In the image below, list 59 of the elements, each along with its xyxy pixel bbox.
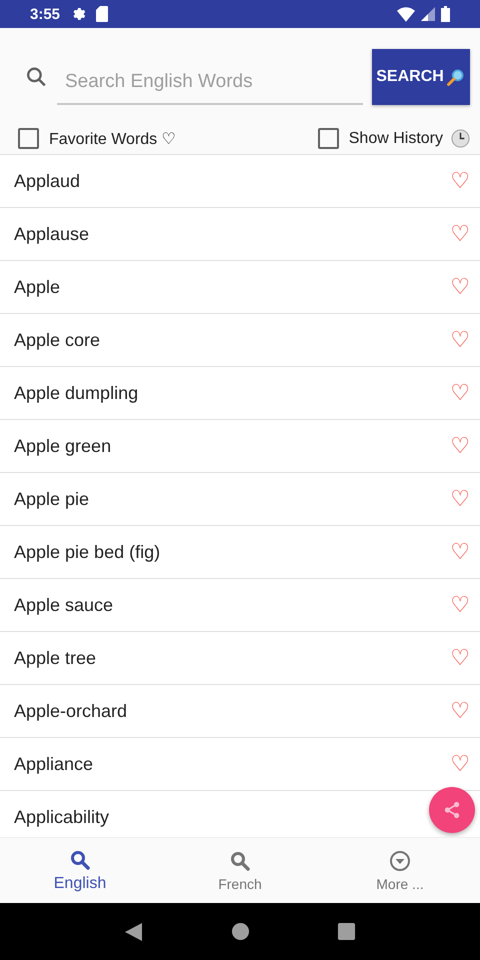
word-item[interactable]: Applaud ♡	[0, 155, 480, 208]
favorite-heart[interactable]: ♡	[450, 380, 470, 406]
word-text: Applaud	[14, 170, 80, 192]
word-item[interactable]: Apple core ♡	[0, 314, 480, 367]
favorite-heart[interactable]: ♡	[450, 646, 470, 670]
favorite-heart[interactable]: ♡	[450, 592, 470, 618]
nav-tab[interactable]: French	[160, 838, 320, 903]
word-item[interactable]: Apple pie ♡	[0, 473, 480, 526]
magnifier-icon	[446, 67, 466, 87]
word-item[interactable]: Apple dumpling ♡	[0, 367, 480, 420]
word-text: Apple pie	[14, 488, 90, 510]
word-item[interactable]: Apple-orchard ♡	[0, 685, 480, 738]
word-text: Appliance	[14, 754, 94, 774]
nav-tab[interactable]: English	[0, 838, 160, 903]
search-button[interactable]: SEARCH	[372, 49, 470, 105]
favorite-heart[interactable]: ♡	[450, 540, 470, 564]
favorite-heart[interactable]: ♡	[450, 698, 470, 724]
word-text: Apple pie bed (fig)	[14, 542, 160, 562]
word-item[interactable]: Apple ♡	[0, 261, 480, 314]
checkbox[interactable]	[18, 128, 39, 149]
back-icon[interactable]	[124, 922, 144, 942]
word-text: Apple green	[14, 436, 112, 456]
favorite-heart[interactable]: ♡	[450, 168, 470, 194]
word-text: Apple dumpling	[14, 382, 138, 404]
favorite-heart[interactable]: ♡	[450, 752, 470, 776]
word-text: Applicability	[14, 806, 110, 828]
nav-tab[interactable]: More ...	[320, 838, 480, 903]
share-button[interactable]	[429, 787, 475, 833]
filter-label: Favorite Words ♡	[49, 130, 176, 148]
recents-icon[interactable]	[337, 922, 356, 941]
word-text: Apple	[14, 276, 60, 298]
search-field[interactable]: Search English Words	[56, 61, 364, 105]
word-item[interactable]: Apple tree ♡	[0, 632, 480, 685]
clock-time: 3:55	[30, 6, 60, 22]
word-text: Applause	[14, 224, 90, 244]
search-icon	[68, 848, 92, 872]
favorite-heart[interactable]: ♡	[450, 274, 470, 300]
word-text: Apple tree	[14, 648, 96, 668]
word-text: Apple sauce	[14, 594, 114, 616]
favorite-heart[interactable]: ♡	[450, 328, 470, 352]
clock-icon	[451, 129, 470, 148]
word-item[interactable]: Apple green ♡	[0, 420, 480, 473]
battery-icon	[441, 6, 450, 22]
wifi-icon	[397, 6, 415, 22]
dropdown-circle-icon	[388, 849, 412, 873]
favorite-heart[interactable]: ♡	[450, 222, 470, 246]
word-item[interactable]: Applause ♡	[0, 208, 480, 261]
signal-icon	[421, 7, 435, 21]
word-text: Apple-orchard	[14, 700, 128, 722]
word-text: Apple core	[14, 330, 100, 350]
sd-card-icon	[96, 6, 108, 22]
word-item[interactable]: Apple pie bed (fig) ♡	[0, 526, 480, 579]
search-icon	[228, 849, 252, 873]
favorite-heart[interactable]: ♡	[450, 434, 470, 458]
home-icon[interactable]	[230, 922, 250, 941]
filter-label: Show History	[348, 130, 443, 148]
word-item[interactable]: Apple sauce ♡	[0, 579, 480, 632]
checkbox[interactable]	[318, 128, 339, 149]
favorite-heart[interactable]: ♡	[450, 486, 470, 512]
